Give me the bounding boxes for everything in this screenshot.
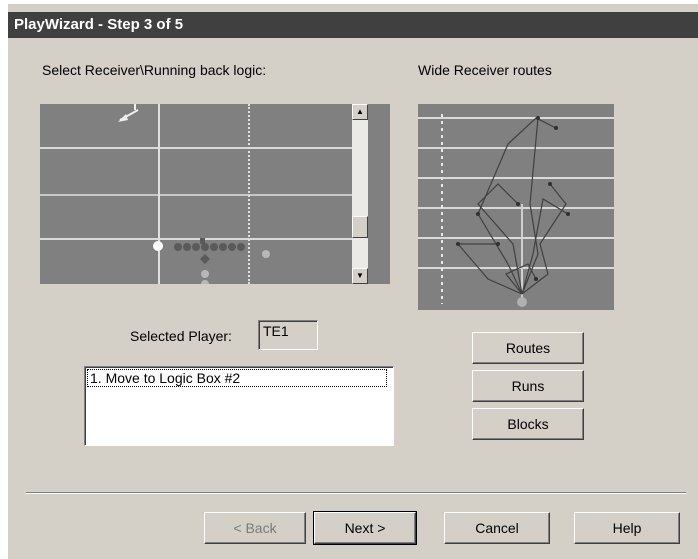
player-marker xyxy=(210,243,218,251)
player-marker xyxy=(517,297,527,307)
scroll-down-button[interactable]: ▼ xyxy=(352,268,368,284)
selected-player-marker xyxy=(262,250,270,258)
blocks-button[interactable]: Blocks xyxy=(472,408,584,440)
scroll-up-button[interactable]: ▲ xyxy=(352,104,368,120)
routes-button[interactable]: Routes xyxy=(472,332,584,364)
center-marker xyxy=(200,238,205,244)
arrow-head xyxy=(118,114,128,122)
player-marker xyxy=(192,243,200,251)
back-button[interactable]: < Back xyxy=(204,512,306,544)
runs-button[interactable]: Runs xyxy=(472,370,584,402)
logic-listbox[interactable]: 1. Move to Logic Box #2 xyxy=(84,366,394,446)
player-marker xyxy=(237,243,245,251)
routes-drawing xyxy=(418,114,614,307)
player-marker xyxy=(153,241,163,251)
player-marker xyxy=(174,243,182,251)
scroll-thumb[interactable] xyxy=(352,216,368,238)
routes-preview xyxy=(418,104,614,310)
window-title: PlayWizard - Step 3 of 5 xyxy=(14,16,184,33)
next-button[interactable]: Next > xyxy=(313,511,417,545)
footer-separator xyxy=(26,492,686,494)
play-field-canvas[interactable]: ▲ ▼ xyxy=(40,104,390,284)
selected-player-value: TE1 xyxy=(263,323,289,339)
field-scrollbar[interactable]: ▲ ▼ xyxy=(352,104,368,284)
routes-section-label: Wide Receiver routes xyxy=(418,62,552,78)
help-button[interactable]: Help xyxy=(574,512,680,544)
selected-player-field: TE1 xyxy=(258,320,318,350)
player-marker xyxy=(228,243,236,251)
player-marker xyxy=(201,243,209,251)
qb-marker xyxy=(200,254,210,264)
selected-player-label: Selected Player: xyxy=(130,328,232,344)
player-marker xyxy=(201,270,209,278)
title-bar: PlayWizard - Step 3 of 5 xyxy=(8,12,698,38)
formation-drawing xyxy=(118,104,270,284)
list-item[interactable]: 1. Move to Logic Box #2 xyxy=(87,369,387,387)
logic-section-label: Select Receiver\Running back logic: xyxy=(42,62,267,78)
player-marker xyxy=(201,280,209,284)
player-marker xyxy=(183,243,191,251)
cancel-button[interactable]: Cancel xyxy=(444,512,550,544)
player-marker xyxy=(219,243,227,251)
wizard-window: PlayWizard - Step 3 of 5 Select Receiver… xyxy=(8,4,698,559)
